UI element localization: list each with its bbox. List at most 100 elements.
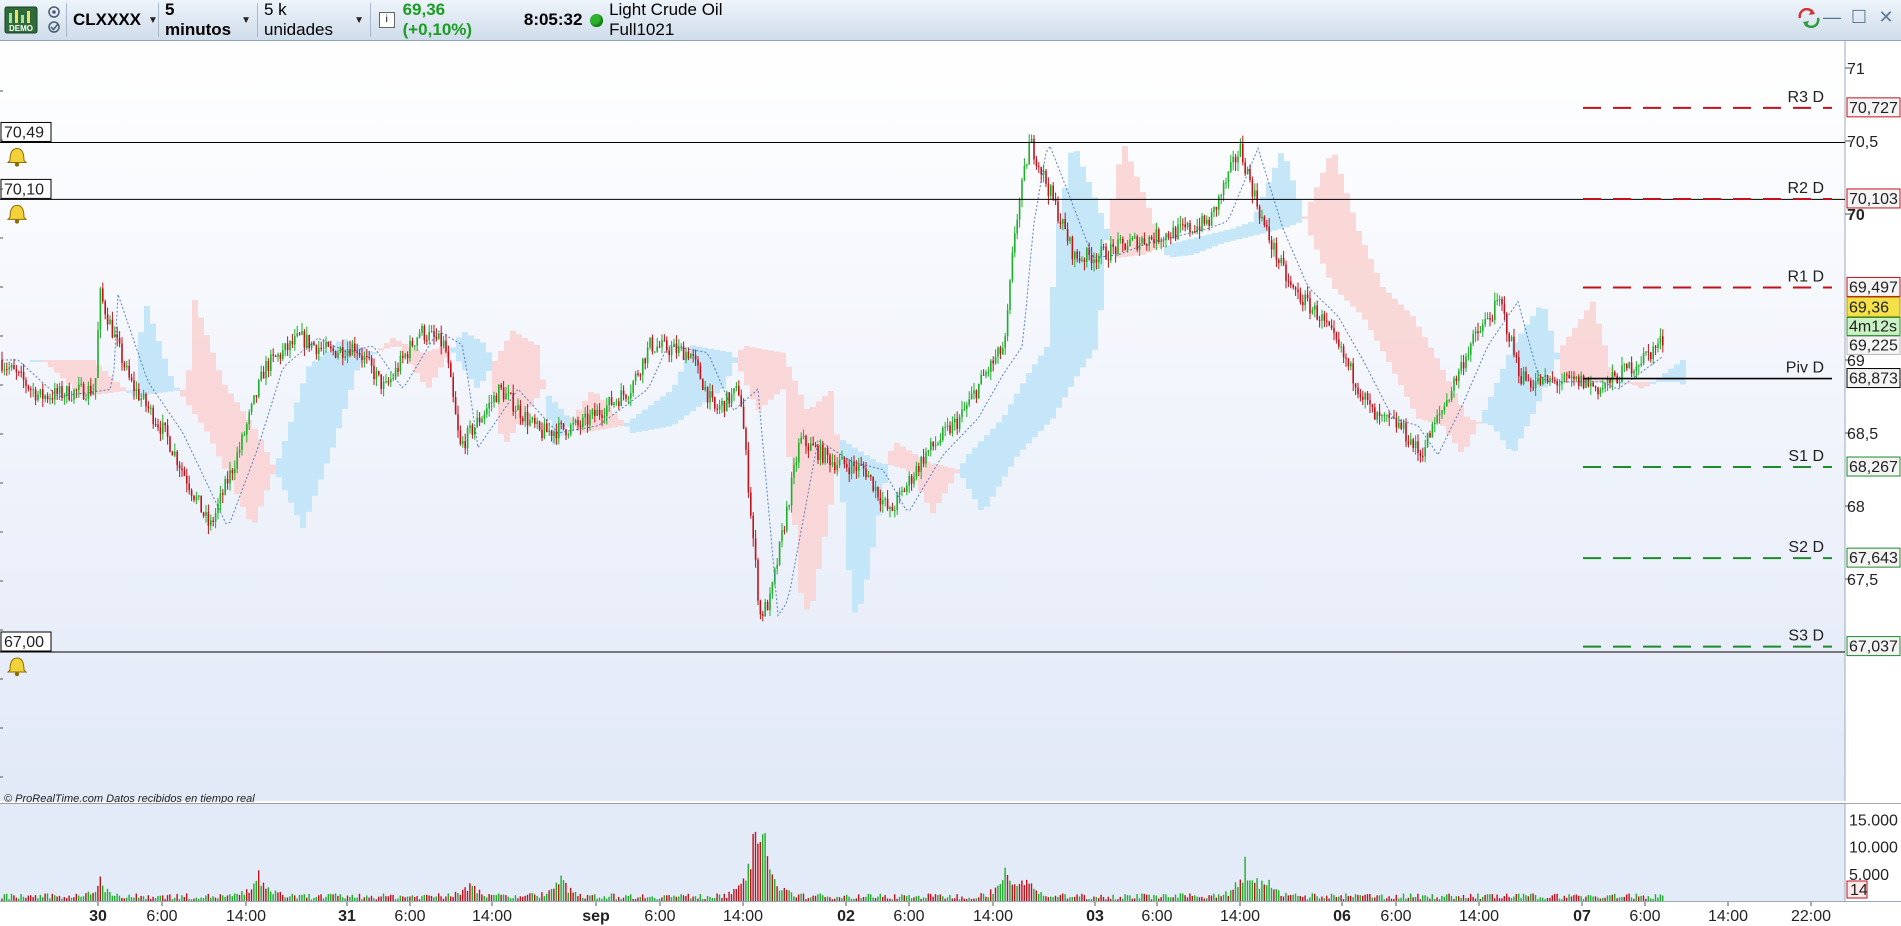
- volume-bar: [102, 885, 104, 901]
- refresh-icon[interactable]: [1796, 7, 1820, 29]
- candle-body: [397, 367, 399, 372]
- cloud-segment: [1236, 226, 1242, 240]
- candle-body: [814, 445, 817, 447]
- cloud-segment: [1038, 355, 1044, 431]
- candle-body: [1477, 331, 1479, 334]
- symbol-selector[interactable]: CLXXXX ▼: [66, 3, 159, 37]
- candle-body: [183, 470, 186, 476]
- volume-bar: [1081, 893, 1083, 901]
- candle-body: [810, 443, 812, 451]
- candle-body: [334, 350, 337, 358]
- candle-body: [1402, 422, 1405, 429]
- candle-body: [1266, 224, 1268, 227]
- volume-bar: [1076, 894, 1078, 901]
- cloud-segment: [600, 400, 606, 430]
- candle-body: [1330, 325, 1333, 329]
- price-tick-label: 68: [1847, 499, 1865, 516]
- cloud-segment: [1452, 393, 1458, 444]
- volume-bar: [817, 894, 819, 901]
- candle-body: [1045, 170, 1047, 184]
- volume-bar: [740, 883, 742, 901]
- candle-body: [1532, 387, 1534, 389]
- candle-body: [670, 346, 673, 356]
- volume-bar: [1491, 894, 1493, 901]
- candle-body: [260, 371, 262, 381]
- candle-body: [1614, 372, 1616, 376]
- cloud-segment: [48, 360, 54, 368]
- volume-chart[interactable]: 15.000 10.000 5.000 14: [0, 803, 1901, 901]
- candle-body: [462, 441, 464, 444]
- demo-icon[interactable]: DEMO: [4, 6, 38, 34]
- candle-body: [123, 362, 126, 368]
- volume-bar: [488, 893, 490, 901]
- candle-body: [128, 365, 130, 378]
- price-chart[interactable]: 70,49 70,10 67,00 R3 D 70,727 R2 D 70,103 R1 D…: [0, 41, 1901, 801]
- cloud-segment: [660, 396, 666, 428]
- candle-body: [46, 395, 49, 400]
- maximize-icon[interactable]: ☐: [1850, 8, 1868, 26]
- link-icons[interactable]: [44, 3, 64, 37]
- cloud-segment: [168, 376, 174, 392]
- candle-body: [541, 429, 543, 439]
- volume-bar: [85, 893, 87, 901]
- timeframe-selector[interactable]: 5 minutos ▼: [159, 0, 258, 39]
- candle-body: [886, 498, 889, 509]
- candle-body: [150, 407, 152, 409]
- candle-body: [1494, 300, 1496, 321]
- candle-body: [1647, 351, 1650, 353]
- candle-body: [229, 470, 231, 484]
- candle-body: [1100, 246, 1102, 257]
- candle-body: [1239, 143, 1242, 157]
- candle-body: [39, 389, 42, 395]
- cloud-segment: [1536, 307, 1542, 402]
- minimize-icon[interactable]: —: [1823, 8, 1841, 26]
- units-selector[interactable]: 5 k unidades ▼: [258, 0, 371, 39]
- candle-body: [1201, 215, 1203, 231]
- cloud-segment: [1668, 368, 1674, 382]
- cloud-segment: [426, 350, 432, 388]
- candle-body: [1256, 190, 1258, 207]
- cloud-segment: [258, 439, 264, 507]
- cloud-segment: [30, 360, 36, 362]
- candle-body: [176, 451, 178, 466]
- cloud-segment: [864, 455, 870, 580]
- volume-bar: [1189, 893, 1191, 901]
- candle-body: [584, 413, 586, 418]
- cloud-segment: [1068, 152, 1074, 387]
- candle-body: [1273, 242, 1275, 250]
- units-label: 5 k unidades: [264, 0, 334, 39]
- candle-body: [1338, 339, 1340, 347]
- candle-body: [366, 356, 368, 358]
- time-tick-label: 14:00: [973, 908, 1013, 925]
- candle-body: [1424, 446, 1426, 457]
- cloud-segment: [1020, 383, 1026, 450]
- candle-body: [1642, 352, 1645, 364]
- volume-bar: [1249, 880, 1251, 901]
- candle-body: [589, 414, 591, 425]
- candle-body: [1242, 143, 1244, 163]
- cloud-segment: [642, 409, 648, 431]
- info-icon[interactable]: i: [379, 12, 395, 28]
- price-chart-svg[interactable]: 70,49 70,10 67,00 R3 D 70,727 R2 D 70,103 R1 D…: [0, 41, 1901, 801]
- candle-body: [1405, 422, 1407, 442]
- candle-body: [1417, 441, 1419, 454]
- cloud-segment: [1248, 222, 1254, 237]
- volume-bar: [176, 894, 178, 901]
- candle-body: [1210, 212, 1213, 226]
- candle-body: [238, 449, 241, 453]
- volume-bar: [1141, 893, 1143, 901]
- cloud-segment: [888, 451, 894, 466]
- candle-body: [1016, 219, 1018, 234]
- candle-body: [358, 353, 361, 356]
- close-icon[interactable]: ✕: [1877, 8, 1895, 26]
- candle-body: [111, 319, 114, 338]
- candle-body: [1398, 422, 1400, 428]
- volume-chart-svg[interactable]: 15.00010.0005.00014: [0, 803, 1901, 901]
- candle-body: [320, 347, 322, 349]
- volume-bar: [236, 893, 238, 901]
- candle-body: [337, 352, 339, 358]
- candle-body: [1249, 168, 1251, 181]
- candle-body: [769, 593, 771, 611]
- volume-bar: [728, 891, 730, 901]
- volume-bar: [990, 889, 992, 901]
